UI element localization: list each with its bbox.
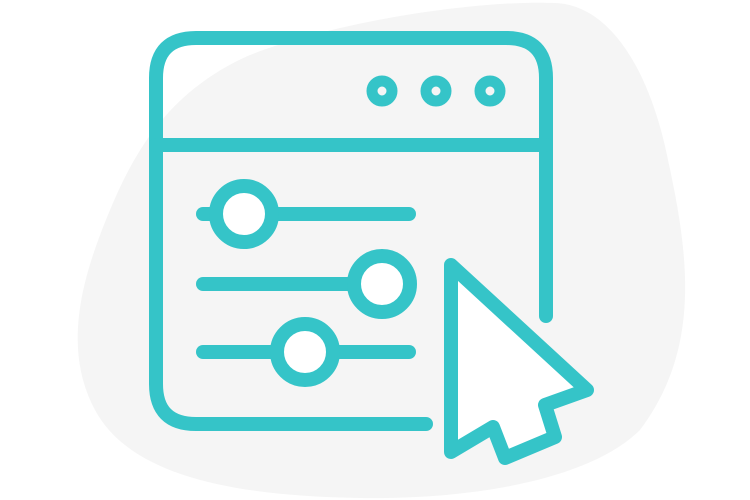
settings-illustration	[77, 2, 686, 499]
slider-knob	[270, 317, 340, 387]
slider-knob	[209, 179, 279, 249]
slider-knob	[347, 249, 417, 319]
